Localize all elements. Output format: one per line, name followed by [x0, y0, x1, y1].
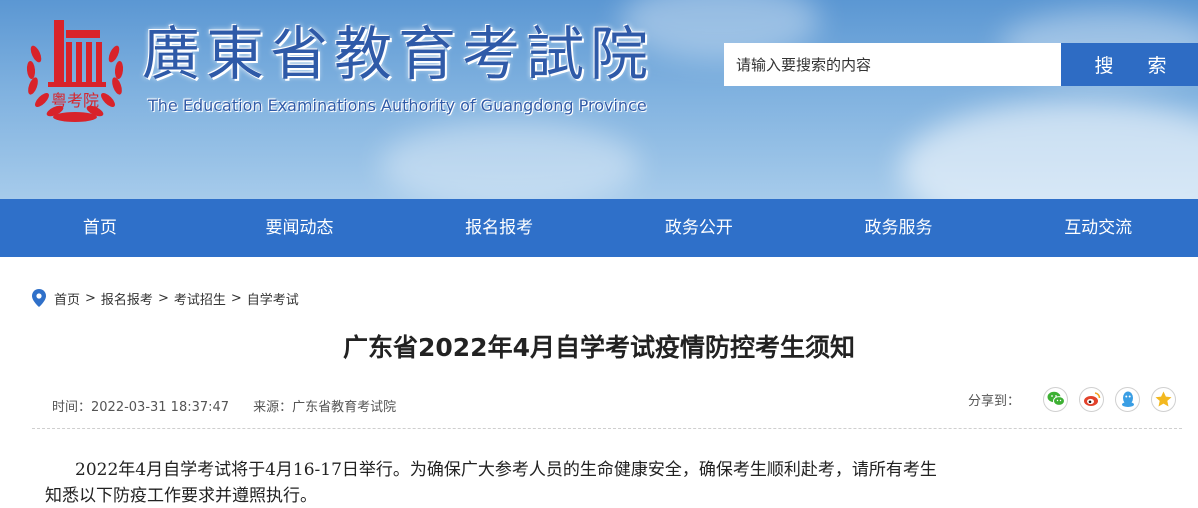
share-label: 分享到： — [967, 393, 1020, 409]
nav-item-government-services[interactable]: 政务服务 — [799, 199, 999, 257]
location-pin-icon — [32, 289, 46, 307]
body-paragraph: 2022年4月自学考试将于4月16-17日举行。为确保广大参考人员的生命健康安全… — [45, 457, 1170, 508]
site-header: 粤考院 廣東省教育考試院 The Education Examinations … — [0, 0, 1198, 199]
breadcrumb-home[interactable]: 首页 — [54, 289, 80, 308]
wechat-icon[interactable] — [1043, 386, 1068, 412]
qq-icon[interactable] — [1115, 386, 1140, 412]
nav-item-registration[interactable]: 报名报考 — [399, 199, 599, 257]
logo-text: 粤考院 — [51, 91, 99, 110]
breadcrumb-registration[interactable]: 报名报考 — [101, 289, 153, 308]
nav-item-interaction[interactable]: 互动交流 — [998, 199, 1198, 257]
article-source: 来源：广东省教育考试院 — [253, 400, 397, 415]
breadcrumb-separator: > — [157, 290, 169, 306]
publish-time: 时间：2022-03-31 18:37:47 — [52, 400, 230, 415]
nav-item-government-affairs[interactable]: 政务公开 — [599, 199, 799, 257]
nav-item-news[interactable]: 要闻动态 — [200, 199, 400, 257]
breadcrumb-separator: > — [85, 290, 96, 306]
body-line-2: 知悉以下防疫工作要求并遵照执行。 — [45, 486, 317, 506]
weibo-icon[interactable] — [1079, 386, 1104, 412]
article-meta: 时间：2022-03-31 18:37:47 来源：广东省教育考试院 — [52, 396, 396, 415]
breadcrumb-exam-enrollment[interactable]: 考试招生 — [174, 289, 226, 308]
share-bar: 分享到： — [968, 386, 1176, 412]
main-nav: 首页 要闻动态 报名报考 政务公开 政务服务 互动交流 — [0, 199, 1198, 257]
search-input[interactable] — [724, 43, 1062, 86]
breadcrumb-self-study-exam[interactable]: 自学考试 — [247, 289, 299, 308]
breadcrumb-separator: > — [230, 290, 242, 306]
nav-item-home[interactable]: 首页 — [0, 199, 200, 257]
logo-emblem[interactable]: 粤考院 — [22, 14, 128, 128]
article-body: 2022年4月自学考试将于4月16-17日举行。为确保广大参考人员的生命健康安全… — [45, 457, 1170, 508]
qzone-icon[interactable] — [1151, 386, 1176, 412]
breadcrumb: 首页 > 报名报考 > 考试招生 > 自学考试 — [32, 289, 299, 308]
meta-divider — [32, 428, 1182, 429]
site-title[interactable]: 廣東省教育考試院 — [142, 18, 654, 90]
site-subtitle: The Education Examinations Authority of … — [148, 96, 647, 115]
search-button[interactable]: 搜 索 — [1061, 43, 1198, 86]
article-title: 广东省2022年4月自学考试疫情防控考生须知 — [343, 333, 855, 362]
body-line-1: 2022年4月自学考试将于4月16-17日举行。为确保广大参考人员的生命健康安全… — [75, 460, 937, 480]
